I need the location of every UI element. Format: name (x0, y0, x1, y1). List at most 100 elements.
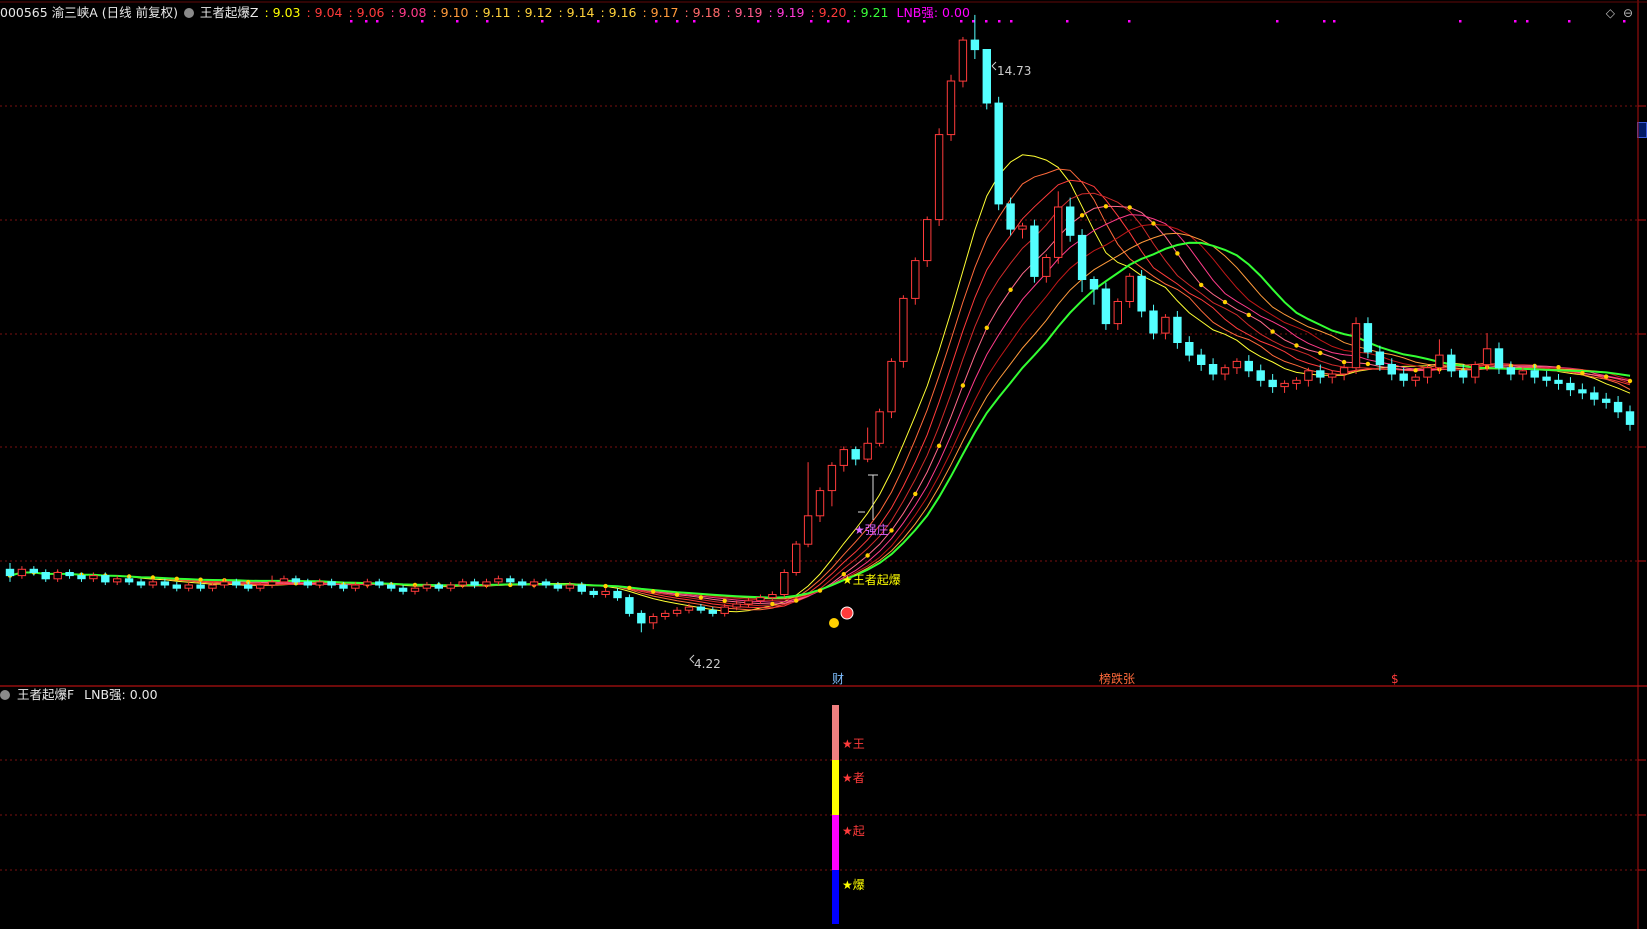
candle-body[interactable] (1149, 310, 1158, 334)
candle-body[interactable] (410, 587, 420, 592)
candle-body[interactable] (351, 584, 360, 589)
candle-body[interactable] (494, 578, 503, 583)
candle-body[interactable] (994, 102, 1003, 205)
candle-body[interactable] (196, 584, 205, 589)
candle-body[interactable] (1613, 401, 1623, 413)
candle-body[interactable] (1220, 367, 1230, 375)
candle-body[interactable] (601, 590, 610, 596)
candle-body[interactable] (529, 581, 539, 586)
candle-body[interactable] (124, 578, 134, 583)
candle-body[interactable] (398, 587, 408, 592)
candle-body[interactable] (1459, 370, 1468, 378)
candle-body[interactable] (220, 581, 229, 586)
candle-body[interactable] (5, 568, 15, 577)
candle-body[interactable] (1161, 316, 1170, 334)
candle-body[interactable] (851, 449, 860, 460)
candle-body[interactable] (1066, 206, 1075, 236)
candle-body[interactable] (1125, 275, 1134, 302)
candle-body[interactable] (970, 39, 980, 51)
candle-body[interactable] (1077, 234, 1087, 280)
candle-body[interactable] (470, 581, 479, 586)
candle-body[interactable] (1101, 288, 1111, 325)
candle-body[interactable] (613, 590, 622, 599)
candle-body[interactable] (863, 442, 872, 460)
candle-body[interactable] (684, 606, 694, 611)
candle-body[interactable] (1351, 323, 1361, 369)
candle-body[interactable] (827, 464, 837, 492)
candle-body[interactable] (65, 572, 74, 577)
candle-body[interactable] (1232, 360, 1242, 369)
candle-body[interactable] (958, 39, 968, 82)
candle-body[interactable] (1530, 370, 1539, 378)
candle-body[interactable] (899, 297, 908, 362)
candle-body[interactable] (792, 543, 801, 573)
candle-body[interactable] (184, 584, 193, 589)
candle-body[interactable] (1042, 257, 1051, 277)
candle-body[interactable] (553, 584, 563, 589)
candle-body[interactable] (1006, 203, 1015, 230)
candle-body[interactable] (506, 578, 515, 583)
candle-body[interactable] (1471, 364, 1480, 378)
candle-body[interactable] (946, 80, 956, 136)
candle-body[interactable] (136, 581, 146, 586)
candle-body[interactable] (518, 581, 527, 586)
candle-body[interactable] (53, 572, 62, 580)
candle-body[interactable] (279, 578, 289, 583)
candle-body[interactable] (1554, 379, 1563, 384)
candle-body[interactable] (482, 581, 491, 586)
candle-body[interactable] (1328, 373, 1337, 378)
candle-body[interactable] (541, 581, 551, 586)
candle-body[interactable] (303, 581, 313, 586)
candle-body[interactable] (911, 260, 920, 299)
candle-body[interactable] (375, 581, 384, 586)
candle-body[interactable] (589, 590, 598, 596)
candle-body[interactable] (649, 616, 658, 624)
candle-body[interactable] (446, 584, 455, 589)
candle-body[interactable] (172, 584, 182, 589)
candle-body[interactable] (625, 597, 634, 614)
candle-body[interactable] (780, 572, 789, 595)
candle-body[interactable] (1280, 382, 1289, 388)
candle-body[interactable] (434, 584, 444, 589)
candle-body[interactable] (1018, 225, 1027, 230)
candle-body[interactable] (17, 568, 27, 577)
candle-body[interactable] (1113, 301, 1122, 325)
candle-body[interactable] (768, 594, 777, 599)
candle-body[interactable] (1197, 354, 1206, 366)
candle-body[interactable] (720, 606, 729, 614)
candle-body[interactable] (1089, 279, 1099, 290)
candle-body[interactable] (1435, 354, 1444, 369)
candle-body[interactable] (89, 575, 98, 580)
candle-body[interactable] (803, 515, 813, 545)
candle-body[interactable] (1566, 382, 1575, 391)
candle-body[interactable] (1030, 225, 1039, 277)
candle-body[interactable] (923, 219, 932, 262)
candle-body[interactable] (1590, 392, 1599, 400)
candle-body[interactable] (1506, 367, 1516, 375)
candle-body[interactable] (744, 600, 753, 605)
lower-indicator-toggle-icon[interactable] (0, 690, 10, 700)
candle-body[interactable] (1387, 364, 1396, 375)
candle-body[interactable] (422, 584, 432, 589)
candle-body[interactable] (708, 609, 717, 614)
candle-body[interactable] (41, 572, 50, 580)
candle-body[interactable] (661, 612, 670, 618)
candle-body[interactable] (839, 449, 848, 466)
candle-body[interactable] (637, 612, 646, 624)
candle-body[interactable] (1375, 351, 1385, 366)
candle-body[interactable] (291, 578, 301, 583)
candle-body[interactable] (982, 49, 991, 104)
candle-body[interactable] (1054, 206, 1063, 258)
candle-body[interactable] (1542, 376, 1551, 381)
candle-body[interactable] (1602, 398, 1611, 403)
candle-body[interactable] (29, 568, 39, 573)
candle-body[interactable] (577, 584, 586, 592)
candle-body[interactable] (1304, 370, 1313, 381)
candle-body[interactable] (1447, 354, 1456, 372)
candle-body[interactable] (256, 584, 265, 589)
candle-body[interactable] (1256, 370, 1265, 381)
candle-body[interactable] (1173, 316, 1182, 343)
candle-body[interactable] (672, 609, 682, 614)
candle-body[interactable] (208, 584, 217, 589)
candle-body[interactable] (1292, 379, 1301, 384)
